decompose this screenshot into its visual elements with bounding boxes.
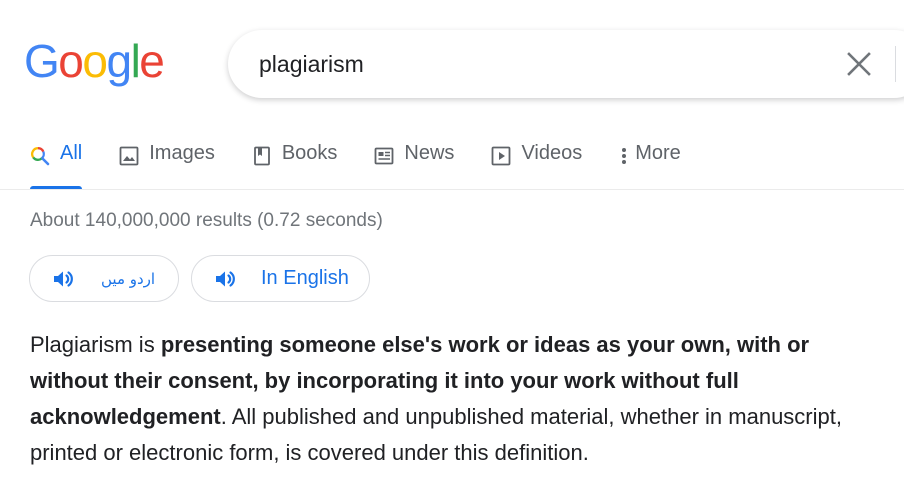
tab-label: News — [404, 142, 455, 164]
search-input[interactable] — [259, 44, 819, 84]
search-tabs: All Images Books News Videos More — [30, 142, 718, 189]
tab-videos[interactable]: Videos — [491, 142, 582, 189]
tab-images[interactable]: Images — [119, 142, 215, 189]
pronounce-english-button[interactable]: In English — [191, 255, 370, 302]
logo-letter: o — [58, 35, 84, 87]
logo-letter: l — [130, 35, 141, 87]
search-box — [228, 30, 904, 98]
pronounce-english-label: In English — [261, 267, 349, 289]
tab-all[interactable]: All — [30, 142, 83, 189]
speaker-icon — [216, 270, 235, 287]
google-logo[interactable]: Google — [24, 35, 165, 87]
tab-label: Images — [149, 142, 215, 164]
video-icon — [491, 146, 511, 166]
more-vert-icon — [619, 146, 629, 166]
pronounce-urdu-button[interactable]: اردو میں — [29, 255, 179, 302]
speaker-icon — [54, 270, 73, 287]
definition-lead: Plagiarism is — [30, 332, 161, 357]
tab-books[interactable]: Books — [252, 142, 338, 189]
logo-letter: o — [82, 35, 108, 87]
definition-text: Plagiarism is presenting someone else's … — [30, 327, 890, 471]
image-icon — [119, 146, 139, 166]
search-icon — [30, 146, 50, 166]
clear-search-button[interactable] — [846, 51, 872, 77]
tab-news[interactable]: News — [374, 142, 454, 189]
pronounce-urdu-label: اردو میں — [101, 269, 156, 288]
tab-label: Videos — [521, 142, 583, 164]
tab-more[interactable]: More — [619, 142, 681, 189]
search-box-divider — [895, 46, 896, 82]
tab-label: Books — [281, 142, 338, 164]
logo-letter: g — [106, 35, 132, 87]
logo-letter: e — [139, 35, 165, 87]
tab-label: More — [635, 142, 681, 164]
tab-label: All — [60, 142, 83, 164]
result-stats: About 140,000,000 results (0.72 seconds) — [30, 210, 383, 231]
close-icon — [847, 52, 871, 76]
tabs-divider — [0, 189, 904, 190]
logo-letter: G — [24, 35, 60, 87]
news-icon — [374, 146, 394, 166]
book-icon — [252, 146, 272, 166]
